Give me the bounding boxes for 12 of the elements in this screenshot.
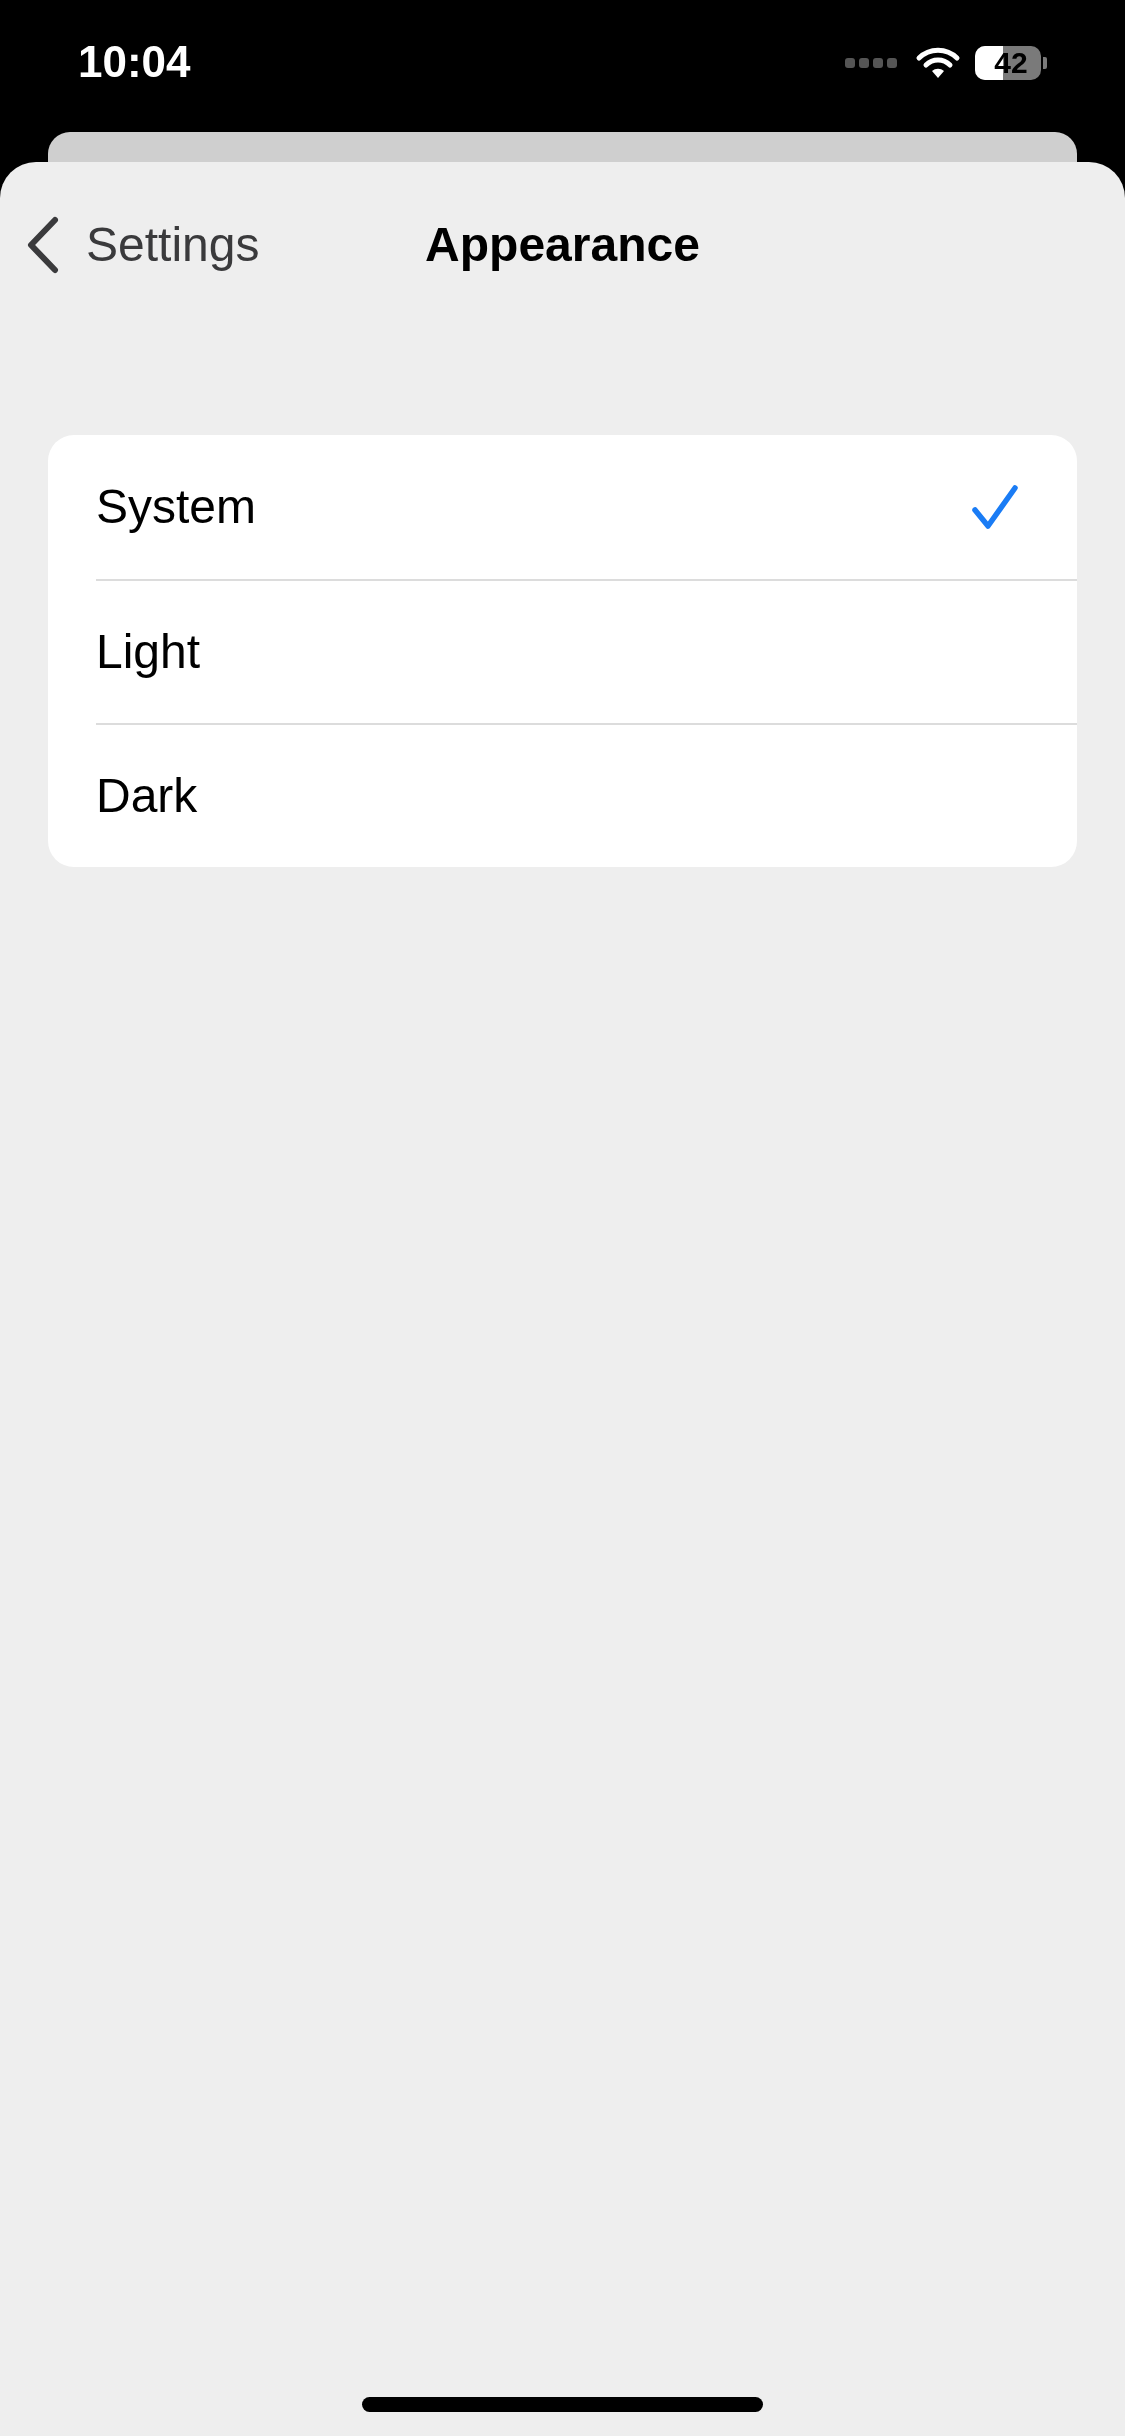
option-row[interactable]: System bbox=[96, 435, 1077, 579]
option-label: System bbox=[96, 479, 257, 535]
page-title: Appearance bbox=[425, 217, 700, 273]
checkmark-icon bbox=[971, 484, 1019, 530]
wifi-icon bbox=[915, 46, 961, 80]
option-row[interactable]: Dark bbox=[96, 723, 1077, 867]
status-time: 10:04 bbox=[78, 40, 191, 84]
option-label: Light bbox=[96, 624, 201, 680]
back-chevron-icon bbox=[26, 216, 60, 274]
option-row[interactable]: Light bbox=[96, 579, 1077, 723]
back-button[interactable]: Settings bbox=[26, 209, 260, 281]
option-label: Dark bbox=[96, 768, 198, 824]
